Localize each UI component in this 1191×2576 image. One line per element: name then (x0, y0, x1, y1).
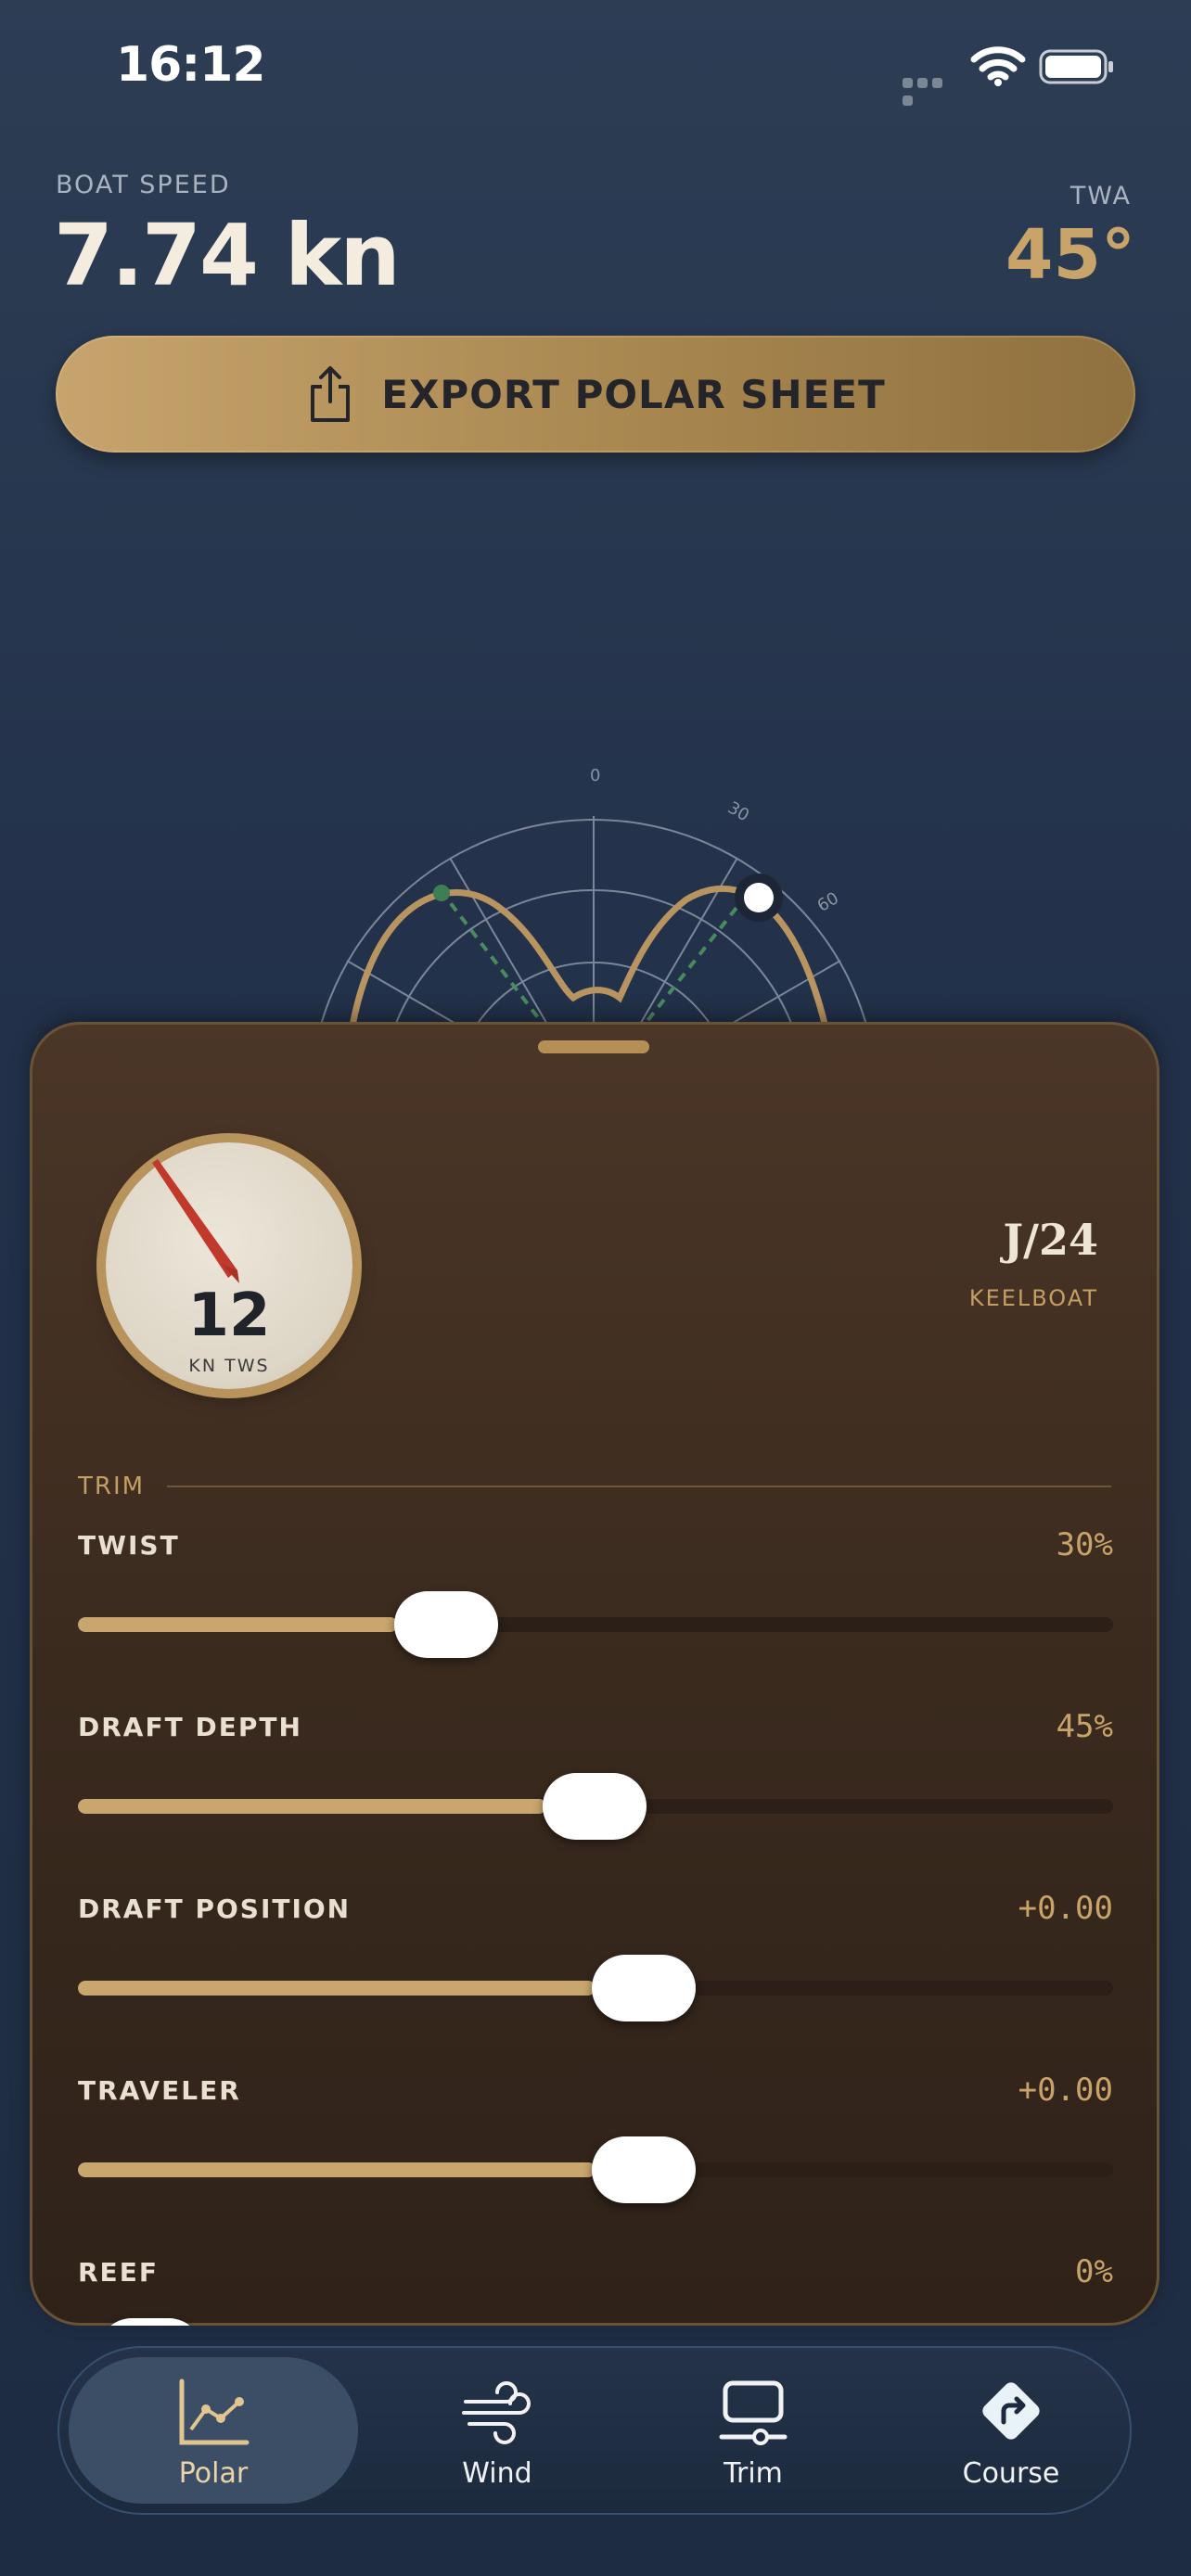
slider-label: DRAFT POSITION (78, 1894, 352, 1924)
tab-wind[interactable]: Wind (352, 2357, 642, 2504)
twa-value: 45° (1005, 215, 1135, 295)
cellular-signal-icon (903, 74, 960, 106)
tab-polar[interactable]: Polar (69, 2357, 358, 2504)
slider-draft-depth: DRAFT DEPTH 45% (78, 1708, 1113, 1842)
tab-label: Polar (178, 2457, 249, 2490)
twa-label: TWA (1069, 182, 1132, 210)
polar-axis-30 (630, 857, 738, 1039)
slider-thumb[interactable] (98, 2318, 202, 2326)
trim-divider (167, 1486, 1111, 1487)
boat-class: KEELBOAT (968, 1285, 1098, 1311)
trim-icon (719, 2380, 788, 2445)
slider-reef: REEF 0% (78, 2253, 1113, 2326)
boat-name: J/24 (1003, 1215, 1098, 1265)
slider-draft-position: DRAFT POSITION +0.00 (78, 1890, 1113, 2023)
course-icon (982, 2382, 1040, 2440)
slider-traveler: TRAVELER +0.00 (78, 2072, 1113, 2205)
tab-label: Wind (462, 2457, 532, 2490)
tab-course[interactable]: Course (866, 2357, 1156, 2504)
true-wind-speed-dial[interactable]: 12 KN TWS (106, 1142, 352, 1389)
slider-value: +0.00 (1018, 2072, 1113, 2109)
battery-icon (1039, 49, 1113, 84)
slider-thumb[interactable] (542, 1773, 647, 1840)
slider-fill (78, 1981, 596, 1996)
polar-axis-330 (449, 857, 557, 1039)
tab-bar: Polar Wind Trim Course (58, 2346, 1132, 2515)
export-polar-sheet-button[interactable]: EXPORT POLAR SHEET (56, 336, 1135, 453)
wind-icon (462, 2381, 531, 2444)
tab-trim[interactable]: Trim (608, 2357, 898, 2504)
boat-speed-value: 7.74 kn (54, 206, 401, 305)
vmg-target-marker (433, 885, 450, 901)
wind-direction-needle (152, 1159, 239, 1283)
slider-value: 0% (1075, 2253, 1113, 2290)
boat-trim-panel: 12 KN TWS J/24 KEELBOAT TRIM TWIST 30% D… (30, 1022, 1159, 2326)
slider-twist: TWIST 30% (78, 1526, 1113, 1660)
export-button-label: EXPORT POLAR SHEET (381, 371, 886, 417)
slider-label: TWIST (78, 1530, 180, 1561)
wifi-icon (970, 46, 1026, 86)
current-position-marker (735, 874, 783, 922)
chart-icon (179, 2378, 250, 2445)
tab-label: Course (962, 2457, 1060, 2490)
slider-fill (78, 2162, 596, 2177)
tws-unit: KN TWS (188, 1356, 270, 1376)
slider-label: TRAVELER (78, 2075, 241, 2106)
slider-thumb[interactable] (592, 1955, 696, 2021)
trim-section-header: TRIM (78, 1473, 146, 1500)
slider-thumb[interactable] (394, 1591, 499, 1658)
panel-drag-handle[interactable] (538, 1040, 649, 1053)
slider-label: REEF (78, 2257, 159, 2288)
slider-value: 45% (1056, 1708, 1113, 1745)
slider-fill (78, 1799, 546, 1814)
slider-value: 30% (1056, 1526, 1113, 1563)
slider-fill (78, 1617, 399, 1632)
polar-tick-0: 0 (590, 766, 600, 785)
slider-label: DRAFT DEPTH (78, 1712, 302, 1742)
tab-label: Trim (724, 2457, 783, 2490)
status-time: 16:12 (116, 37, 266, 93)
polar-tick-30: 30 (724, 798, 752, 826)
slider-thumb[interactable] (592, 2136, 696, 2203)
boat-speed-label: BOAT SPEED (56, 171, 231, 199)
slider-value: +0.00 (1018, 1890, 1113, 1927)
tws-value: 12 (187, 1282, 271, 1350)
polar-diagram[interactable]: 0 30 60 (278, 742, 909, 1039)
share-icon (311, 366, 351, 422)
polar-tick-60: 60 (814, 888, 842, 916)
